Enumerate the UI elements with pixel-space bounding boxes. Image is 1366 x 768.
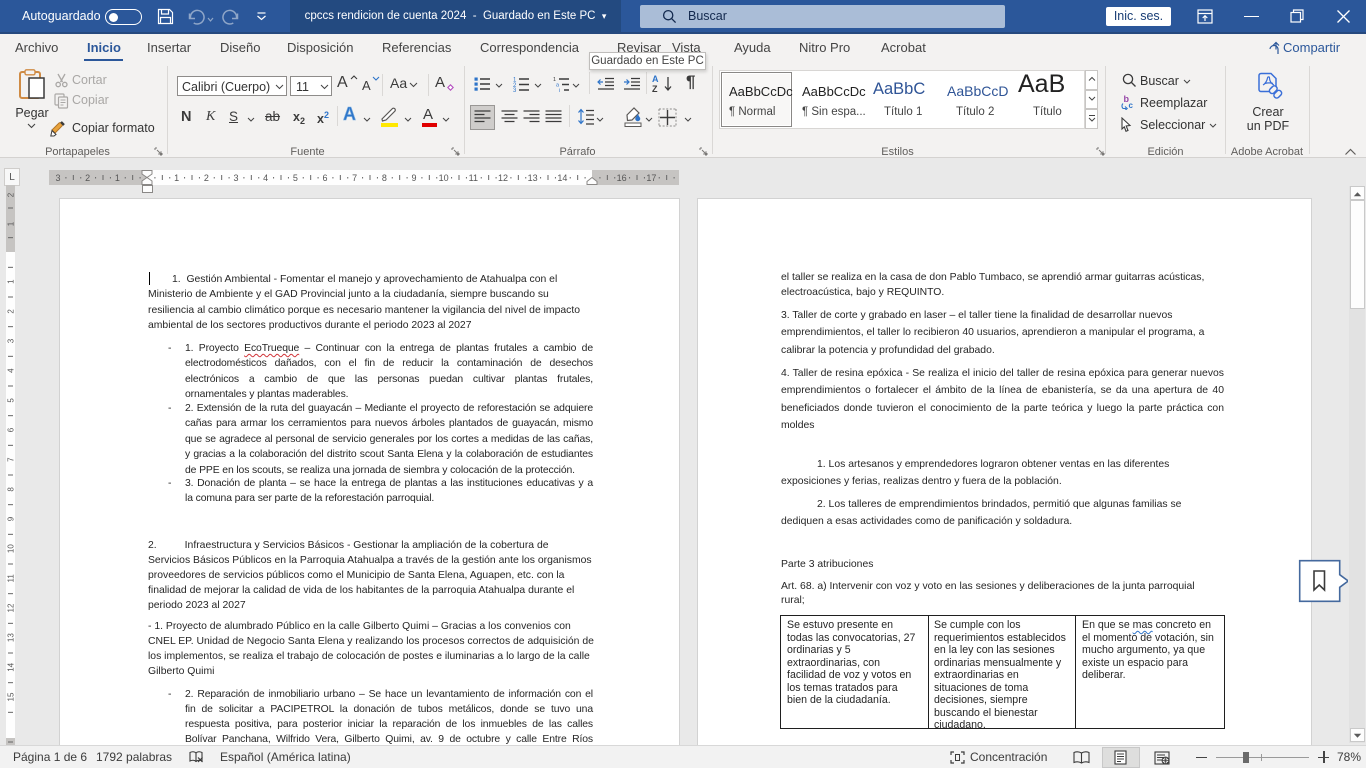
svg-text:13: 13 (528, 173, 538, 183)
svg-text:8: 8 (382, 173, 387, 183)
svg-text:11: 11 (7, 574, 16, 583)
svg-text:12: 12 (7, 603, 16, 612)
svg-text:6: 6 (7, 427, 16, 432)
svg-text:8: 8 (7, 487, 16, 492)
svg-text:3: 3 (7, 338, 16, 343)
svg-text:7: 7 (352, 173, 357, 183)
svg-text:6: 6 (322, 173, 327, 183)
svg-text:2: 2 (7, 192, 16, 197)
svg-text:15: 15 (7, 692, 16, 701)
svg-text:5: 5 (7, 398, 16, 403)
svg-text:2: 2 (7, 309, 16, 314)
svg-text:10: 10 (7, 544, 16, 553)
svg-text:11: 11 (469, 173, 478, 183)
svg-text:12: 12 (498, 173, 508, 183)
svg-text:9: 9 (7, 516, 16, 521)
svg-text:16: 16 (617, 173, 627, 183)
svg-text:17: 17 (646, 173, 656, 183)
svg-text:c: c (1129, 101, 1134, 110)
svg-text:1: 1 (115, 173, 120, 183)
svg-text:1: 1 (7, 279, 16, 284)
svg-text:13: 13 (7, 633, 16, 642)
svg-text:5: 5 (293, 173, 298, 183)
svg-text:4: 4 (7, 368, 16, 373)
svg-text:2: 2 (85, 173, 90, 183)
svg-text:7: 7 (7, 457, 16, 462)
svg-text:3: 3 (233, 173, 238, 183)
svg-text:9: 9 (411, 173, 416, 183)
svg-text:3: 3 (55, 173, 60, 183)
svg-text:1: 1 (174, 173, 179, 183)
svg-text:1: 1 (7, 221, 16, 226)
svg-text:i: i (559, 88, 560, 92)
svg-text:4: 4 (263, 173, 268, 183)
svg-text:10: 10 (439, 173, 449, 183)
svg-text:14: 14 (557, 173, 567, 183)
svg-text:3: 3 (513, 88, 517, 92)
svg-text:14: 14 (7, 662, 16, 671)
svg-text:2: 2 (204, 173, 209, 183)
